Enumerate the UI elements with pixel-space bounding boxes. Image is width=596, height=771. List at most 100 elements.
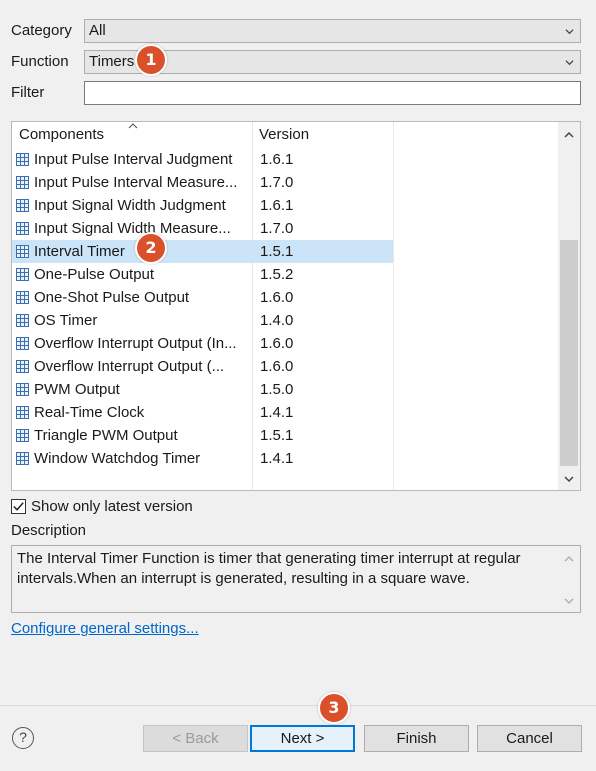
latest-version-checkbox[interactable]: [11, 499, 26, 514]
component-name-cell: One-Shot Pulse Output: [16, 286, 252, 309]
function-label: Function: [11, 53, 69, 70]
table-row[interactable]: Overflow Interrupt Output (... 1.6.0: [12, 355, 558, 378]
component-version: 1.7.0: [260, 174, 294, 191]
step-badge-3: 3: [318, 692, 350, 724]
component-name: Overflow Interrupt Output (In...: [34, 335, 237, 352]
table-row[interactable]: Window Watchdog Timer 1.4.1: [12, 447, 558, 470]
component-name-cell: Input Signal Width Judgment: [16, 194, 252, 217]
component-name: Window Watchdog Timer: [34, 450, 201, 467]
component-name: Input Signal Width Measure...: [34, 220, 231, 237]
component-version: 1.7.0: [260, 220, 294, 237]
component-name-cell: Interval Timer: [16, 240, 252, 263]
component-grid-icon: [16, 406, 29, 419]
chevron-down-icon: [565, 60, 574, 66]
filter-input[interactable]: [84, 81, 581, 105]
description-text: The Interval Timer Function is timer tha…: [17, 550, 521, 587]
component-name-cell: Overflow Interrupt Output (In...: [16, 332, 252, 355]
component-name-cell: Triangle PWM Output: [16, 424, 252, 447]
column-header-components[interactable]: Components: [19, 126, 104, 144]
component-version: 1.6.0: [260, 335, 294, 352]
filter-label: Filter: [11, 84, 45, 101]
component-version: 1.4.1: [260, 450, 294, 467]
component-grid-icon: [16, 314, 29, 327]
component-name-cell: Overflow Interrupt Output (...: [16, 355, 252, 378]
category-dropdown[interactable]: All: [84, 19, 581, 43]
step-badge-1: 1: [135, 44, 167, 76]
function-value: Timers: [89, 53, 135, 70]
components-table: Components Version Input Pulse Interval …: [11, 121, 581, 491]
component-name-cell: Input Pulse Interval Judgment: [16, 148, 252, 171]
configure-settings-link[interactable]: Configure general settings...: [11, 619, 199, 639]
component-version: 1.5.2: [260, 266, 294, 283]
component-grid-icon: [16, 383, 29, 396]
category-value: All: [89, 22, 106, 39]
table-row[interactable]: One-Pulse Output 1.5.2: [12, 263, 558, 286]
component-name-cell: Window Watchdog Timer: [16, 447, 252, 470]
component-name: Interval Timer: [34, 243, 125, 260]
cancel-button[interactable]: Cancel: [477, 725, 582, 752]
component-version: 1.6.1: [260, 151, 294, 168]
component-grid-icon: [16, 360, 29, 373]
vertical-scrollbar[interactable]: [558, 122, 580, 490]
component-grid-icon: [16, 199, 29, 212]
table-row[interactable]: Real-Time Clock 1.4.1: [12, 401, 558, 424]
component-name: OS Timer: [34, 312, 98, 329]
description-label: Description: [11, 522, 87, 539]
component-grid-icon: [16, 176, 29, 189]
scroll-down-icon[interactable]: [564, 474, 574, 484]
back-button[interactable]: < Back: [143, 725, 248, 752]
component-name: One-Pulse Output: [34, 266, 155, 283]
component-name-cell: Input Signal Width Measure...: [16, 217, 252, 240]
component-version: 1.5.1: [260, 243, 294, 260]
component-name: Input Signal Width Judgment: [34, 197, 226, 214]
component-version: 1.4.0: [260, 312, 294, 329]
scroll-up-icon[interactable]: [564, 130, 574, 140]
table-row[interactable]: One-Shot Pulse Output 1.6.0: [12, 286, 558, 309]
component-version: 1.5.0: [260, 381, 294, 398]
scroll-down-icon[interactable]: [564, 596, 574, 606]
component-version: 1.6.0: [260, 289, 294, 306]
table-row[interactable]: Interval Timer 1.5.1: [12, 240, 393, 263]
component-name-cell: PWM Output: [16, 378, 252, 401]
table-row[interactable]: Overflow Interrupt Output (In... 1.6.0: [12, 332, 558, 355]
finish-button[interactable]: Finish: [364, 725, 469, 752]
component-name: One-Shot Pulse Output: [34, 289, 190, 306]
component-grid-icon: [16, 153, 29, 166]
scroll-up-icon[interactable]: [564, 554, 574, 564]
component-version: 1.6.1: [260, 197, 294, 214]
latest-version-label[interactable]: Show only latest version: [31, 497, 193, 517]
table-row[interactable]: Input Pulse Interval Judgment 1.6.1: [12, 148, 558, 171]
next-button[interactable]: Next >: [250, 725, 355, 752]
component-name-cell: Real-Time Clock: [16, 401, 252, 424]
checkmark-icon: [13, 502, 24, 511]
component-version: 1.5.1: [260, 427, 294, 444]
component-version: 1.6.0: [260, 358, 294, 375]
component-name: Real-Time Clock: [34, 404, 145, 421]
help-button[interactable]: ?: [12, 727, 34, 749]
table-row[interactable]: OS Timer 1.4.0: [12, 309, 558, 332]
component-grid-icon: [16, 291, 29, 304]
component-grid-icon: [16, 452, 29, 465]
description-text-area[interactable]: The Interval Timer Function is timer tha…: [11, 545, 581, 613]
component-name: Input Pulse Interval Measure...: [34, 174, 238, 191]
table-header: Components Version: [12, 122, 558, 148]
table-row[interactable]: Input Signal Width Judgment 1.6.1: [12, 194, 558, 217]
table-row[interactable]: Triangle PWM Output 1.5.1: [12, 424, 558, 447]
chevron-down-icon: [565, 29, 574, 35]
component-grid-icon: [16, 222, 29, 235]
component-grid-icon: [16, 268, 29, 281]
scrollbar-thumb[interactable]: [560, 240, 578, 466]
table-row[interactable]: PWM Output 1.5.0: [12, 378, 558, 401]
table-row[interactable]: Input Pulse Interval Measure... 1.7.0: [12, 171, 558, 194]
category-label: Category: [11, 22, 72, 39]
step-badge-2: 2: [135, 232, 167, 264]
table-row[interactable]: Input Signal Width Measure... 1.7.0: [12, 217, 558, 240]
column-header-version[interactable]: Version: [259, 126, 309, 144]
component-grid-icon: [16, 337, 29, 350]
component-name-cell: Input Pulse Interval Measure...: [16, 171, 252, 194]
component-name: Input Pulse Interval Judgment: [34, 151, 233, 168]
component-name: PWM Output: [34, 381, 120, 398]
footer-divider: [0, 705, 596, 706]
component-name: Triangle PWM Output: [34, 427, 178, 444]
sort-ascending-icon: [128, 123, 138, 129]
